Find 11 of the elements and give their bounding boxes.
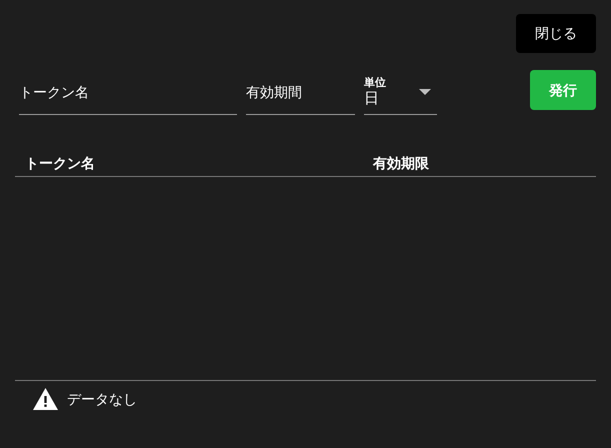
unit-value: 日 bbox=[364, 91, 380, 106]
token-name-field[interactable]: トークン名 bbox=[19, 70, 237, 115]
unit-select[interactable]: 単位 日 bbox=[364, 70, 437, 115]
period-field[interactable]: 有効期間 bbox=[246, 70, 355, 115]
close-button[interactable]: 閉じる bbox=[516, 14, 596, 53]
column-header: 有効期限 bbox=[373, 154, 429, 172]
dropdown-caret-icon bbox=[419, 89, 431, 95]
unit-label: 単位 bbox=[364, 78, 386, 89]
empty-message: データなし bbox=[67, 390, 137, 408]
warning-icon bbox=[33, 388, 58, 410]
column-header: トークン名 bbox=[25, 154, 96, 172]
